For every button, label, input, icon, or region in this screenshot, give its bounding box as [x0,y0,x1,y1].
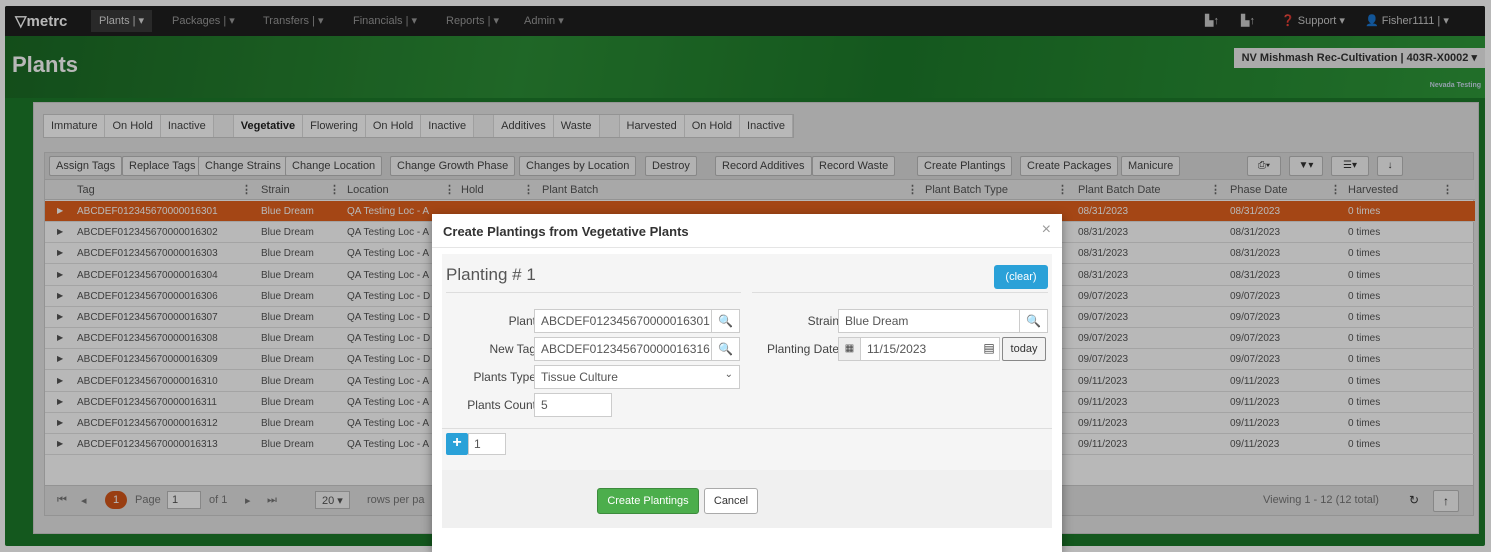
plant-search-icon[interactable]: 🔍 [712,309,740,333]
plants-count-label: Plants Count [467,398,536,412]
plants-type-select[interactable]: Tissue Culture ⌄ [534,365,740,389]
modal-title: Create Plantings from Vegetative Plants [443,224,689,239]
plant-input[interactable]: ABCDEF012345670000016301 [534,309,712,333]
chevron-down-icon: ⌄ [724,369,733,380]
strain-input[interactable]: Blue Dream [838,309,1020,333]
add-planting-count[interactable]: 1 [468,433,506,455]
planting-form: Planting # 1 (clear) Plant ABCDEF0123456… [442,254,1052,484]
new-tag-search-icon[interactable]: 🔍 [712,337,740,361]
calendar-icon[interactable]: ▦ [838,337,860,361]
plants-count-input[interactable]: 5 [534,393,612,417]
divider [752,292,1048,293]
strain-label: Strain [807,314,839,328]
modal-header: Create Plantings from Vegetative Plants … [432,214,1062,248]
cancel-button[interactable]: Cancel [704,488,758,514]
new-tag-input[interactable]: ABCDEF012345670000016316 [534,337,712,361]
new-tag-label: New Tag [489,342,536,356]
create-plantings-modal: Create Plantings from Vegetative Plants … [432,214,1062,552]
modal-footer: Create Plantings Cancel [442,470,1052,528]
planting-date-label: Planting Date [766,342,839,356]
add-planting-button[interactable]: + [446,433,468,455]
strain-search-icon[interactable]: 🔍 [1020,309,1048,333]
create-plantings-submit-button[interactable]: Create Plantings [597,488,699,514]
divider [442,428,1052,429]
clear-button[interactable]: (clear) [994,265,1048,289]
date-picker-icon[interactable]: ▤ [978,337,1000,361]
planting-title: Planting # 1 [446,265,536,284]
plants-type-label: Plants Type [473,370,536,384]
close-icon[interactable]: × [1042,221,1051,239]
divider [446,292,741,293]
today-button[interactable]: today [1002,337,1046,361]
plant-label: Plant [508,314,536,328]
plants-type-value: Tissue Culture [541,370,618,384]
